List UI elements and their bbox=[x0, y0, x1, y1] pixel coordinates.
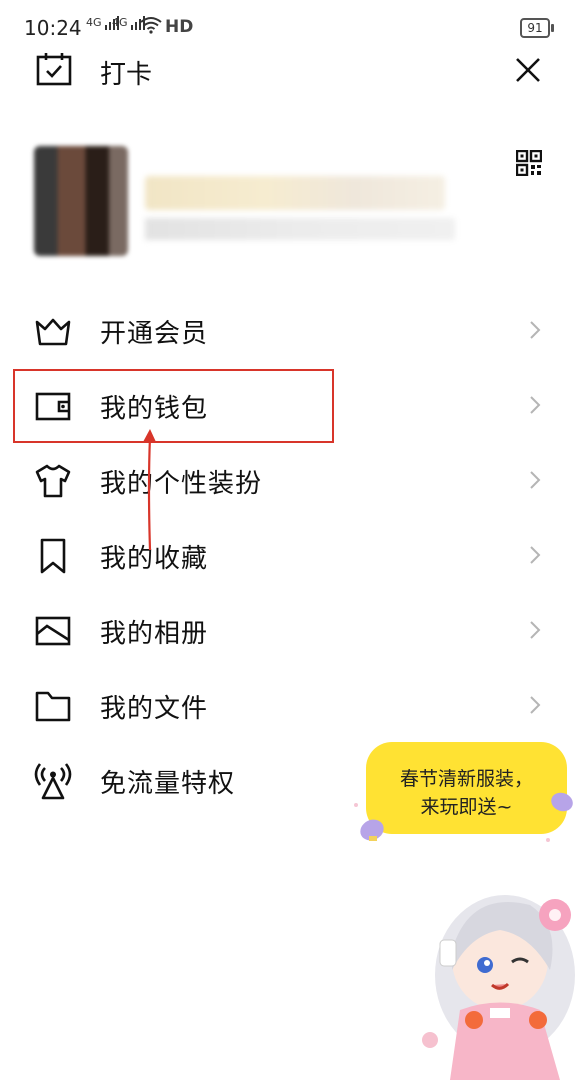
chevron-right-icon bbox=[530, 621, 541, 639]
signal-tower-icon bbox=[34, 763, 72, 800]
profile-signature-blurred bbox=[145, 218, 455, 240]
menu-item-label: 我的文件 bbox=[100, 694, 209, 724]
menu-item-album[interactable]: 我的相册 bbox=[0, 595, 576, 665]
hd-indicator: HD bbox=[165, 17, 194, 37]
checkin-title[interactable]: 打卡 bbox=[100, 54, 152, 91]
battery-level: 91 bbox=[527, 21, 543, 35]
folder-icon bbox=[35, 691, 71, 722]
menu-item-label: 我的个性装扮 bbox=[100, 469, 263, 499]
chevron-right-icon bbox=[530, 471, 541, 489]
qr-code-icon[interactable] bbox=[516, 150, 542, 176]
network-type: 4G bbox=[86, 16, 102, 29]
menu-item-label: 开通会员 bbox=[100, 319, 209, 349]
chevron-right-icon bbox=[530, 546, 541, 564]
status-bar: 10:24 4G 4G HD 91 bbox=[0, 0, 576, 52]
battery-icon: 91 bbox=[520, 18, 554, 38]
status-time: 10:24 bbox=[24, 16, 82, 40]
chevron-right-icon bbox=[530, 396, 541, 414]
menu-item-theme[interactable]: 我的个性装扮 bbox=[0, 445, 576, 515]
avatar[interactable] bbox=[34, 146, 128, 256]
bookmark-icon bbox=[40, 538, 66, 574]
photo-icon bbox=[35, 616, 71, 646]
network-type-2: 4G bbox=[112, 16, 128, 29]
wifi-icon bbox=[140, 17, 162, 34]
menu-item-favorites[interactable]: 我的收藏 bbox=[0, 520, 576, 590]
chevron-right-icon bbox=[530, 696, 541, 714]
menu-item-label: 我的相册 bbox=[100, 619, 209, 649]
crown-icon bbox=[35, 318, 71, 346]
menu-item-label: 免流量特权 bbox=[100, 769, 236, 799]
calendar-check-icon[interactable] bbox=[36, 52, 72, 86]
promo-decorations bbox=[354, 792, 573, 842]
profile-name-blurred[interactable] bbox=[145, 176, 445, 210]
menu-item-files[interactable]: 我的文件 bbox=[0, 670, 576, 740]
cartoon-character-image[interactable] bbox=[410, 880, 576, 1080]
promo-line-1: 春节清新服装， bbox=[399, 768, 533, 790]
tshirt-icon bbox=[35, 464, 71, 498]
chevron-right-icon bbox=[530, 321, 541, 339]
close-icon[interactable] bbox=[514, 56, 542, 84]
menu-item-vip[interactable]: 开通会员 bbox=[0, 295, 576, 365]
annotation-arrow bbox=[143, 429, 156, 551]
highlight-box bbox=[13, 369, 334, 443]
